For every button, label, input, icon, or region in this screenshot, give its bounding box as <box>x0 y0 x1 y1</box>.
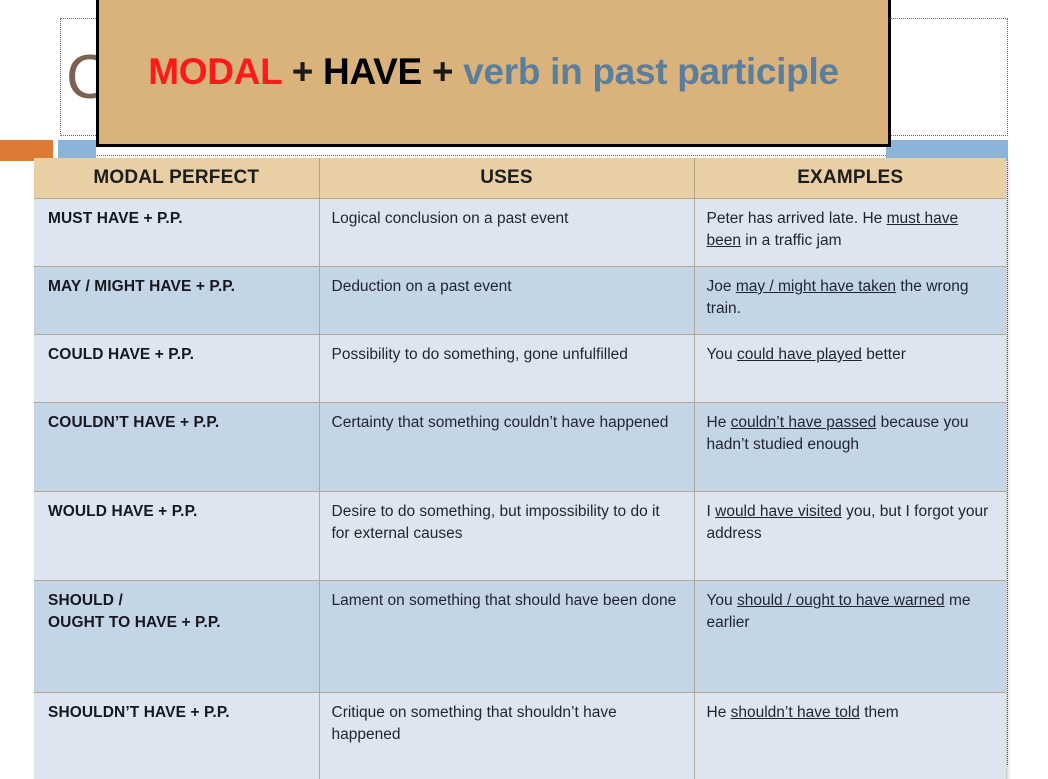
example-underlined-phrase: could have played <box>736 346 862 363</box>
cell-modal-perfect: SHOULD / OUGHT TO HAVE + P.P. <box>34 580 320 693</box>
table-row: WOULD HAVE + P.P. Desire to do something,… <box>34 491 1006 581</box>
cell-example: You should / ought to have warned me ear… <box>694 580 1006 693</box>
table-body: MUST HAVE + P.P. Logical conclusion on a … <box>34 198 1006 779</box>
cell-modal-perfect: MAY / MIGHT HAVE + P.P. <box>34 266 320 335</box>
cell-example: You could have played better <box>694 334 1006 403</box>
table-row: COULDN’T HAVE + P.P. Certainty that somet… <box>34 402 1006 492</box>
title-part-plus-1: + <box>281 51 324 92</box>
cell-example: Peter has arrived late. He must have bee… <box>694 198 1006 267</box>
cell-use: Certainty that something couldn’t have h… <box>319 402 695 492</box>
example-underlined-phrase: would have visited <box>715 503 842 520</box>
cell-use: Desire to do something, but impossibilit… <box>319 491 695 581</box>
cell-use: Critique on something that shouldn’t hav… <box>319 692 695 779</box>
cell-use: Logical conclusion on a past event <box>319 198 695 267</box>
modal-perfect-table: MODAL PERFECT USES EXAMPLES MUST HAVE + … <box>34 158 1006 779</box>
column-header-modal-perfect: MODAL PERFECT <box>34 158 320 199</box>
title-part-have: HAVE <box>323 51 422 92</box>
modal-label-line-1: WOULD HAVE + P.P. <box>48 503 198 520</box>
column-header-uses: USES <box>319 158 695 199</box>
cell-modal-perfect: MUST HAVE + P.P. <box>34 198 320 267</box>
modal-label-line-1: SHOULDN’T HAVE + P.P. <box>48 704 230 721</box>
column-header-examples: EXAMPLES <box>694 158 1006 199</box>
example-text-before: He <box>706 704 731 721</box>
cell-example: He couldn’t have passed because you hadn… <box>694 402 1006 492</box>
example-text-after: better <box>861 346 906 363</box>
cell-modal-perfect: COULDN’T HAVE + P.P. <box>34 402 320 492</box>
modal-label-line-1: MAY / MIGHT HAVE + P.P. <box>48 278 236 295</box>
table-head: MODAL PERFECT USES EXAMPLES <box>34 158 1006 199</box>
cell-use: Deduction on a past event <box>319 266 695 335</box>
title-part-plus-2: + <box>421 51 464 92</box>
title-part-verb: verb in past participle <box>463 51 839 92</box>
example-underlined-phrase: couldn’t have passed <box>730 414 877 431</box>
example-text-before: Peter has arrived late. He <box>706 210 887 227</box>
modal-label-line-1: COULDN’T HAVE + P.P. <box>48 414 220 431</box>
cell-modal-perfect: WOULD HAVE + P.P. <box>34 491 320 581</box>
table-row: SHOULDN’T HAVE + P.P. Critique on somethi… <box>34 692 1006 779</box>
example-underlined-phrase: should / ought to have warned <box>736 592 945 609</box>
example-text-before: You <box>706 346 737 363</box>
table-header-row: MODAL PERFECT USES EXAMPLES <box>34 158 1006 199</box>
cell-modal-perfect: COULD HAVE + P.P. <box>34 334 320 403</box>
cell-use: Possibility to do something, gone unfulf… <box>319 334 695 403</box>
modal-label-line-1: SHOULD / <box>48 592 123 609</box>
modal-perfect-table-wrapper: MODAL PERFECT USES EXAMPLES MUST HAVE + … <box>34 158 1006 779</box>
cell-use: Lament on something that should have bee… <box>319 580 695 693</box>
slide-canvas: C MODAL + HAVE + verb in past participle… <box>0 0 1048 779</box>
example-underlined-phrase: shouldn’t have told <box>730 704 860 721</box>
cell-example: Joe may / might have taken the wrong tra… <box>694 266 1006 335</box>
cell-modal-perfect: SHOULDN’T HAVE + P.P. <box>34 692 320 779</box>
table-row: MUST HAVE + P.P. Logical conclusion on a … <box>34 198 1006 267</box>
modal-label-line-1: COULD HAVE + P.P. <box>48 346 194 363</box>
example-text-after: in a traffic jam <box>740 232 842 249</box>
title-banner: MODAL + HAVE + verb in past participle <box>96 0 891 147</box>
modal-label-line-2: OUGHT TO HAVE + P.P. <box>48 614 221 631</box>
cell-example: He shouldn’t have told them <box>694 692 1006 779</box>
table-row: SHOULD / OUGHT TO HAVE + P.P. Lament on so… <box>34 580 1006 693</box>
example-text-before: You <box>706 592 737 609</box>
example-text-before: He <box>706 414 731 431</box>
example-underlined-phrase: may / might have taken <box>735 278 897 295</box>
table-row: MAY / MIGHT HAVE + P.P. Deduction on a pa… <box>34 266 1006 335</box>
title-text: MODAL + HAVE + verb in past participle <box>148 51 839 93</box>
title-part-modal: MODAL <box>148 51 282 92</box>
modal-label-line-1: MUST HAVE + P.P. <box>48 210 183 227</box>
example-text-before: Joe <box>706 278 736 295</box>
table-row: COULD HAVE + P.P. Possibility to do somet… <box>34 334 1006 403</box>
example-text-before: I <box>706 503 716 520</box>
cell-example: I would have visited you, but I forgot y… <box>694 491 1006 581</box>
example-text-after: them <box>859 704 899 721</box>
